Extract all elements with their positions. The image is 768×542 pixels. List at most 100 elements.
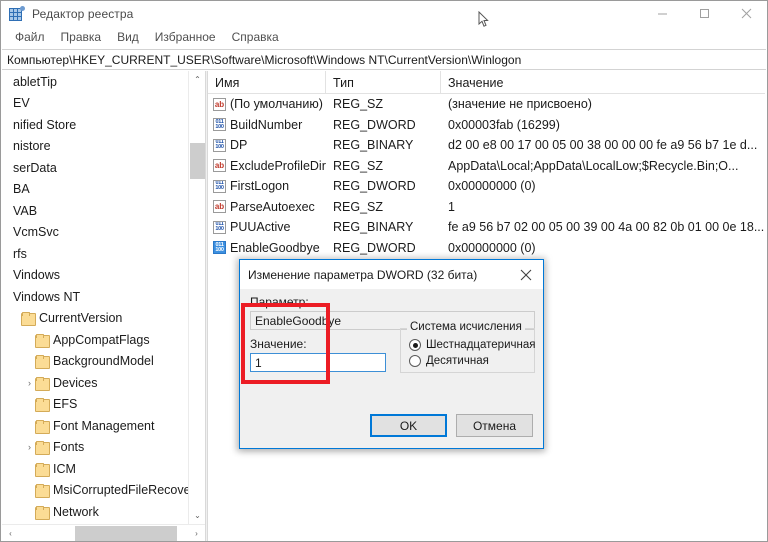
tree-scroll-right-icon[interactable]: › <box>188 525 205 542</box>
tree-hscroll-thumb[interactable] <box>75 525 177 541</box>
ok-button[interactable]: OK <box>370 414 447 437</box>
tree-expander-icon[interactable]: › <box>24 442 35 452</box>
tree-scroll-up-icon[interactable]: ⌃ <box>189 71 205 88</box>
list-header: Имя Тип Значение <box>208 71 765 94</box>
value-type-cell: REG_DWORD <box>333 240 416 255</box>
radio-decimal-icon[interactable] <box>409 355 421 367</box>
tree-item[interactable]: nified Store <box>2 114 188 136</box>
value-type-cell: REG_DWORD <box>333 179 416 194</box>
tree-item-label: VAB <box>13 203 38 218</box>
tree-item[interactable]: AppCompatFlags <box>2 329 188 351</box>
tree-item[interactable]: › Devices <box>2 372 188 394</box>
value-data-label: Значение: <box>250 337 307 351</box>
radio-decimal[interactable]: Десятичная <box>409 355 528 367</box>
tree-item[interactable]: abletTip <box>2 71 188 93</box>
value-name-cell: 011 100 FirstLogon <box>208 179 326 193</box>
value-data-input[interactable]: 1 <box>250 353 386 372</box>
tree-item[interactable]: Vindows NT <box>2 286 188 308</box>
table-row[interactable]: 011 100 BuildNumber REG_DWORD 0x00003fab (16… <box>208 115 765 136</box>
column-header-type[interactable]: Тип <box>326 71 441 94</box>
binary-value-icon: 011 100 <box>213 220 226 234</box>
cancel-button[interactable]: Отмена <box>456 414 533 437</box>
dialog-close-icon[interactable] <box>509 260 543 289</box>
table-row[interactable]: 011 100 EnableGoodbye REG_DWORD 0x00000000 (… <box>208 238 765 259</box>
tree-item[interactable]: CurrentVersion <box>2 308 188 330</box>
tree-item[interactable]: nistore <box>2 136 188 158</box>
address-bar[interactable]: Компьютер\HKEY_CURRENT_USER\Software\Mic… <box>2 49 766 70</box>
tree-item[interactable]: Vindows <box>2 265 188 287</box>
tree-item[interactable]: › Fonts <box>2 437 188 459</box>
tree-item-label: Vindows NT <box>13 289 81 304</box>
value-type-cell: REG_BINARY <box>333 220 414 235</box>
binary-value-icon: 011 100 <box>213 241 226 255</box>
value-name-cell: ab (По умолчанию) <box>208 97 326 111</box>
base-group: Система исчисления Шестнадцатеричная Дес… <box>400 321 535 373</box>
window-title: Редактор реестра <box>32 6 134 21</box>
column-header-value[interactable]: Значение <box>441 71 765 94</box>
tree-item[interactable]: VcmSvc <box>2 222 188 244</box>
tree-horizontal-scrollbar[interactable]: ‹ › <box>2 524 205 541</box>
value-type-cell: REG_DWORD <box>333 117 416 132</box>
table-row[interactable]: 011 100 DP REG_BINARY d2 00 e8 00 17 00 05 0… <box>208 135 765 156</box>
radio-decimal-label: Десятичная <box>426 355 489 367</box>
close-button[interactable] <box>725 1 767 26</box>
string-value-icon: ab <box>213 97 226 111</box>
minimize-button[interactable] <box>641 1 683 26</box>
menu-item-help[interactable]: Справка <box>224 28 287 47</box>
tree-item[interactable]: EV <box>2 93 188 115</box>
column-header-name[interactable]: Имя <box>208 71 326 94</box>
tree-item[interactable]: MsiCorruptedFileRecovery <box>2 480 188 502</box>
value-name-text: ParseAutoexec <box>230 199 315 214</box>
tree-scroll-down-icon[interactable]: ⌄ <box>189 507 205 524</box>
tree-expander-icon[interactable]: › <box>24 378 35 388</box>
menu-bar: Файл Правка Вид Избранное Справка <box>1 26 767 48</box>
tree-vertical-scrollbar[interactable]: ⌃ ⌄ <box>188 71 205 524</box>
tree-scroll-left-icon[interactable]: ‹ <box>2 525 19 542</box>
tree-hscroll-track[interactable] <box>19 525 188 542</box>
tree-item-label: Devices <box>53 375 98 390</box>
table-row[interactable]: 011 100 FirstLogon REG_DWORD 0x00000000 (0) <box>208 176 765 197</box>
tree-item[interactable]: serData <box>2 157 188 179</box>
tree-item[interactable]: Font Management <box>2 415 188 437</box>
value-name-cell: 011 100 EnableGoodbye <box>208 241 326 255</box>
table-row[interactable]: 011 100 PUUActive REG_BINARY fe a9 56 b7 02 … <box>208 217 765 238</box>
table-row[interactable]: ab ParseAutoexec REG_SZ 1 <box>208 197 765 218</box>
value-type-cell: REG_SZ <box>333 199 384 214</box>
tree-item-label: AppCompatFlags <box>53 332 150 347</box>
value-data-cell: 0x00000000 (0) <box>448 240 536 255</box>
menu-item-edit[interactable]: Правка <box>53 28 110 47</box>
tree-item[interactable]: ICM <box>2 458 188 480</box>
tree-item[interactable]: Network <box>2 501 188 523</box>
binary-value-icon: 011 100 <box>213 118 226 132</box>
string-value-icon: ab <box>213 159 226 173</box>
tree-item[interactable]: BackgroundModel <box>2 351 188 373</box>
table-row[interactable]: ab ExcludeProfileDirs REG_SZ AppData\Local;… <box>208 156 765 177</box>
menu-item-view[interactable]: Вид <box>109 28 147 47</box>
tree-item-label: BA <box>13 182 30 197</box>
tree-item[interactable]: EFS <box>2 394 188 416</box>
value-data-cell: 1 <box>448 199 455 214</box>
menu-item-favorites[interactable]: Избранное <box>147 28 224 47</box>
value-data-cell: (значение не присвоено) <box>448 97 592 112</box>
tree-vscroll-thumb[interactable] <box>190 143 205 179</box>
value-name-text: PUUActive <box>230 220 291 235</box>
edit-dword-dialog: Изменение параметра DWORD (32 бита) Пара… <box>239 259 544 449</box>
tree-item[interactable]: rfs <box>2 243 188 265</box>
base-group-label: Система исчисления <box>407 321 525 333</box>
dialog-buttons: OK Отмена <box>370 414 533 437</box>
folder-icon <box>35 505 50 520</box>
value-data-cell: 0x00003fab (16299) <box>448 117 560 132</box>
tree-item[interactable]: BA <box>2 179 188 201</box>
value-name-label: Параметр: <box>250 295 309 309</box>
folder-icon <box>35 419 50 434</box>
menu-item-file[interactable]: Файл <box>7 28 53 47</box>
tree-item-label: Font Management <box>53 418 155 433</box>
radio-hexadecimal[interactable]: Шестнадцатеричная <box>409 339 535 351</box>
value-type-cell: REG_BINARY <box>333 138 414 153</box>
window-controls <box>641 1 767 26</box>
radio-hexadecimal-icon[interactable] <box>409 339 421 351</box>
table-row[interactable]: ab (По умолчанию) REG_SZ (значение не присв… <box>208 94 765 115</box>
tree-item[interactable]: VAB <box>2 200 188 222</box>
maximize-button[interactable] <box>683 1 725 26</box>
registry-editor-window: Редактор реестра Файл Правка Вид Избранн… <box>0 0 768 542</box>
